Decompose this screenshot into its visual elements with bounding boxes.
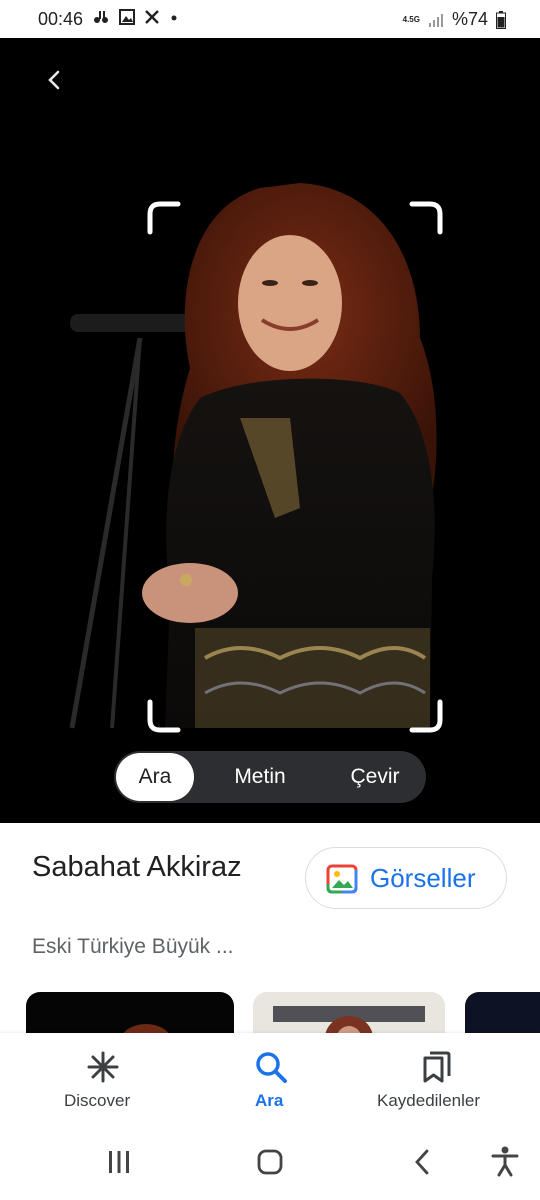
status-right: 4.5G %74: [403, 9, 506, 30]
mode-search[interactable]: Ara: [116, 753, 194, 801]
nav-discover-label: Discover: [64, 1091, 131, 1110]
battery-icon: [496, 10, 506, 29]
gallery-icon: [119, 9, 135, 25]
bottom-navigation: Discover Ara Kaydedilenler: [0, 1033, 540, 1133]
images-button-label: Görseller: [370, 863, 476, 893]
home-icon[interactable]: [256, 1148, 284, 1176]
mode-text[interactable]: Metin: [214, 753, 306, 801]
status-bar: 00:46 4.5G %74: [0, 0, 540, 38]
dot-icon: [171, 15, 177, 21]
x-icon: [145, 10, 159, 24]
images-icon: [326, 864, 358, 894]
bookmark-icon: [423, 1051, 451, 1083]
nav-discover[interactable]: Discover: [40, 1033, 165, 1133]
voicemail-icon: [94, 11, 108, 23]
mode-translate[interactable]: Çevir: [330, 753, 420, 801]
nav-saved[interactable]: Kaydedilenler: [370, 1033, 505, 1133]
nav-saved-label: Kaydedilenler: [377, 1091, 481, 1110]
image-viewer: Ara Metin Çevir: [0, 38, 540, 823]
back-nav-icon[interactable]: [410, 1148, 434, 1176]
notification-icons: [92, 9, 179, 25]
status-time: 00:46: [38, 9, 84, 29]
selection-frame[interactable]: [146, 200, 444, 734]
signal-icon: [428, 13, 443, 27]
images-button[interactable]: Görseller: [305, 847, 507, 909]
asterisk-icon: [87, 1051, 119, 1083]
battery-percent: %74: [451, 9, 488, 29]
recents-icon[interactable]: [106, 1149, 132, 1175]
back-icon[interactable]: [40, 66, 68, 94]
result-subtitle: Eski Türkiye Büyük ...: [32, 935, 234, 958]
network-label: 4.5G: [402, 14, 420, 24]
nav-search[interactable]: Ara: [220, 1033, 320, 1133]
system-navigation: [0, 1133, 540, 1200]
mode-switcher: Ara Metin Çevir: [114, 751, 426, 803]
result-title[interactable]: Sabahat Akkiraz: [32, 845, 282, 889]
accessibility-icon[interactable]: [490, 1145, 520, 1177]
nav-search-label: Ara: [255, 1091, 284, 1110]
search-icon: [256, 1052, 287, 1083]
